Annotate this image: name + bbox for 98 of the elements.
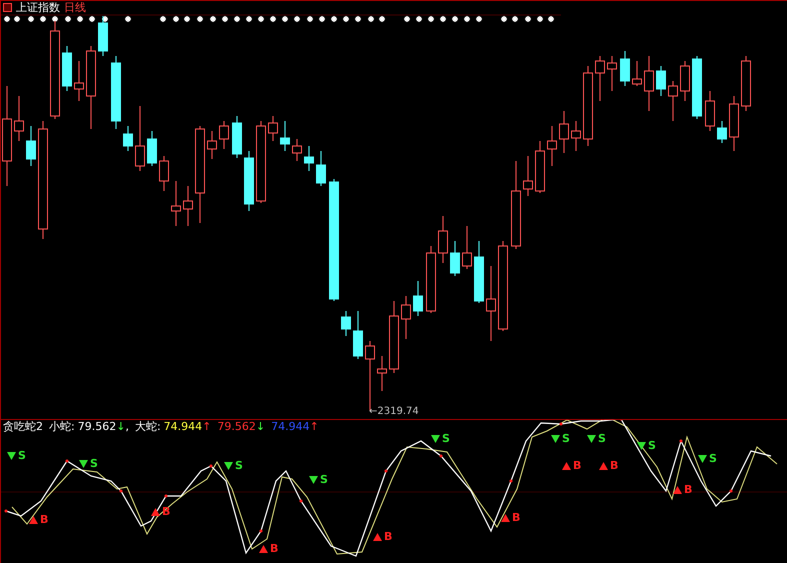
reading-value: 74.944 — [164, 420, 202, 433]
candlestick — [292, 138, 302, 162]
candlestick — [547, 126, 557, 166]
sell-signal-label: S — [90, 458, 98, 470]
candlestick — [353, 310, 363, 360]
candlestick — [304, 146, 314, 172]
up-triangle-icon — [29, 516, 38, 524]
candlestick — [219, 120, 229, 150]
chart-period: 日线 — [64, 1, 86, 14]
candlestick — [268, 116, 278, 142]
candlestick — [620, 50, 630, 86]
candlestick — [14, 96, 24, 142]
candlestick — [62, 46, 72, 92]
separator: , — [125, 420, 129, 433]
buy-signal-label: B — [610, 460, 618, 472]
up-triangle-icon — [501, 514, 510, 522]
buy-signal-label: B — [512, 512, 520, 524]
down-triangle-icon — [79, 460, 88, 468]
candlestick — [316, 150, 326, 186]
candlestick — [668, 80, 678, 122]
candlestick — [462, 226, 472, 270]
trend-arrow: ↓ — [116, 420, 126, 433]
down-triangle-icon — [551, 435, 560, 443]
candlestick — [595, 56, 605, 102]
reading-value: 79.562 — [217, 420, 256, 433]
chart-title: 上证指数 — [16, 1, 60, 14]
candlestick — [438, 216, 448, 264]
sell-signal-label: S — [235, 460, 243, 472]
candlestick — [523, 156, 533, 196]
buy-signal-label: B — [573, 460, 582, 472]
sell-signal-label: S — [442, 433, 450, 445]
candlestick — [207, 130, 217, 160]
trend-arrow: ↓ — [256, 420, 266, 433]
candlestick — [474, 240, 484, 304]
candlestick — [377, 356, 387, 392]
candlestick — [450, 240, 460, 276]
reading-label: 大蛇: — [134, 420, 161, 433]
reading-label: 小蛇: — [49, 420, 75, 433]
up-triangle-icon — [151, 508, 160, 516]
candlestick — [244, 150, 254, 212]
candlestick — [171, 180, 181, 226]
reading-value: 79.562 — [78, 420, 116, 433]
window-menu-icon[interactable] — [3, 3, 12, 12]
candlestick — [98, 16, 108, 56]
candlestick — [232, 116, 242, 158]
candlestick — [413, 280, 423, 316]
sell-signal-label: S — [562, 433, 570, 445]
up-triangle-icon — [673, 486, 682, 494]
down-triangle-icon — [431, 435, 440, 443]
buy-signal-label: B — [40, 514, 48, 526]
candlestick — [632, 60, 642, 86]
buy-signal-label: B — [684, 484, 692, 496]
candlestick — [159, 156, 169, 192]
up-triangle-icon — [373, 533, 382, 541]
sell-signal-label: S — [320, 474, 328, 486]
candlestick — [692, 56, 702, 120]
buy-signal-label: B — [162, 506, 170, 518]
candlestick — [74, 60, 84, 102]
candlestick — [571, 120, 581, 152]
candlestick — [147, 130, 157, 166]
candlestick — [341, 310, 351, 336]
candlestick — [729, 96, 739, 152]
buy-signal-label: B — [270, 543, 278, 555]
candlestick — [426, 246, 436, 314]
down-triangle-icon — [587, 435, 596, 443]
candlestick — [559, 110, 569, 154]
candlestick — [135, 106, 145, 172]
candlestick — [644, 56, 654, 112]
trend-arrow: ↑ — [202, 420, 212, 433]
up-triangle-icon — [562, 462, 571, 470]
down-triangle-icon — [698, 455, 707, 463]
candlestick — [280, 120, 290, 152]
sell-signal-label: S — [598, 433, 606, 445]
candlestick — [26, 126, 36, 166]
candlestick — [183, 186, 193, 226]
down-triangle-icon — [224, 462, 233, 470]
reading-value: 74.944 — [271, 420, 310, 433]
candlestick — [705, 90, 715, 132]
sell-signal-label: S — [648, 440, 656, 452]
up-triangle-icon — [599, 462, 608, 470]
candlestick — [535, 140, 545, 194]
down-triangle-icon — [309, 476, 318, 484]
candlestick — [717, 120, 727, 144]
candlestick — [680, 60, 690, 102]
candlestick — [741, 56, 751, 112]
candlestick — [123, 126, 133, 152]
up-triangle-icon — [259, 545, 268, 553]
buy-signal-label: B — [384, 531, 392, 543]
candlestick — [401, 296, 411, 340]
low-price-label: ←2319.74 — [369, 406, 419, 418]
sell-signal-label: S — [709, 453, 717, 465]
down-triangle-icon — [637, 442, 646, 450]
candlestick — [607, 56, 617, 92]
down-triangle-icon — [7, 452, 16, 460]
candlestick — [656, 66, 666, 96]
trend-arrow: ↑ — [310, 420, 319, 433]
indicator-name: 贪吃蛇2 — [3, 420, 43, 433]
sell-signal-label: S — [18, 450, 26, 462]
